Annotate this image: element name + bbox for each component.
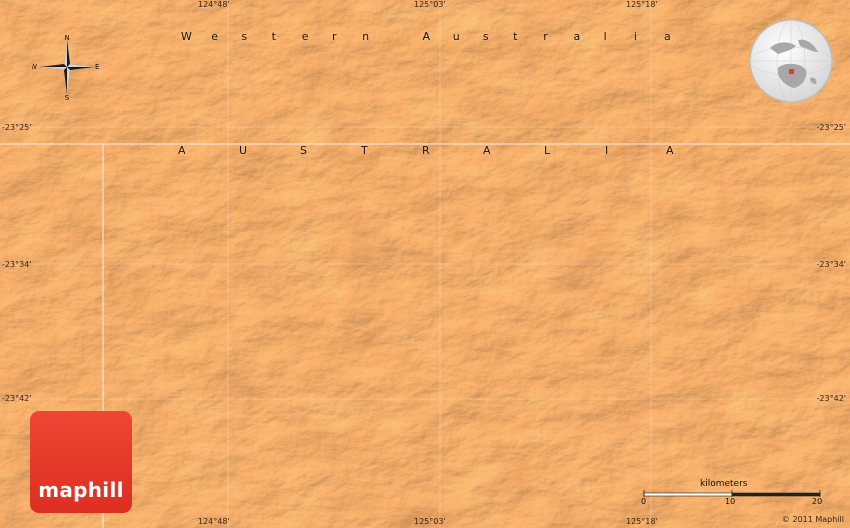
state-label-letter: t (271, 30, 276, 43)
state-label-letter: s (482, 30, 489, 43)
country-label-letter: U (239, 144, 248, 157)
longitude-label-top-3: 125°18' (626, 0, 658, 9)
country-label-letter: A (666, 144, 674, 157)
longitude-label-top-2: 125°03' (414, 0, 446, 9)
state-label-letter: A (422, 30, 431, 43)
globe-locator-icon (749, 19, 833, 103)
state-label-letter: e (301, 30, 309, 43)
country-label-letter: R (422, 144, 430, 157)
latitude-label-left-3: -23°42' (2, 394, 32, 403)
latitude-label-left-2: -23°34' (2, 260, 32, 269)
latitude-label-right-2: -23°34' (816, 260, 846, 269)
latitude-label-right-3: -23°42' (816, 394, 846, 403)
compass-west-label: W (32, 63, 37, 71)
scale-unit-label: kilometers (700, 479, 748, 489)
country-label-letter: A (178, 144, 186, 157)
compass-north-label: N (64, 34, 69, 42)
copyright-text: © 2011 Maphill (781, 515, 844, 524)
country-label-letter: T (361, 144, 368, 157)
state-label-letter: r (331, 30, 337, 43)
state-label-letter: i (633, 30, 637, 43)
state-label-letter: n (362, 30, 370, 43)
state-label-letter: u (452, 30, 460, 43)
compass-rose-icon: N S E W (32, 34, 99, 102)
compass-east-label: E (95, 63, 99, 71)
state-label-letter: a (573, 30, 581, 43)
maphill-logo-text: maphill (38, 478, 124, 502)
latitude-label-left-1: -23°25' (2, 123, 32, 132)
compass-south-label: S (65, 94, 70, 102)
scale-tick-0: 0 (641, 497, 647, 506)
state-label-letter: e (211, 30, 218, 43)
longitude-label-bottom-2: 125°03' (414, 517, 446, 526)
country-label-letter: I (605, 144, 609, 157)
state-label-letter: s (241, 30, 248, 43)
scale-tick-10: 10 (725, 497, 736, 506)
latitude-label-right-1: -23°25' (816, 123, 846, 132)
state-label-letter: a (664, 30, 671, 43)
state-label-letter: W (181, 30, 192, 43)
state-label-letter: r (543, 30, 548, 43)
longitude-label-bottom-1: 124°48' (198, 517, 230, 526)
longitude-label-bottom-3: 125°18' (626, 517, 658, 526)
state-label-letter: l (603, 30, 607, 43)
longitude-label-top-1: 124°48' (198, 0, 230, 9)
state-label-letter: t (513, 30, 518, 43)
country-label-letter: S (300, 144, 307, 157)
scale-tick-20: 20 (812, 497, 823, 506)
country-label-letter: A (483, 144, 491, 157)
country-label-letter: L (544, 144, 551, 157)
globe-location-marker (789, 69, 794, 74)
